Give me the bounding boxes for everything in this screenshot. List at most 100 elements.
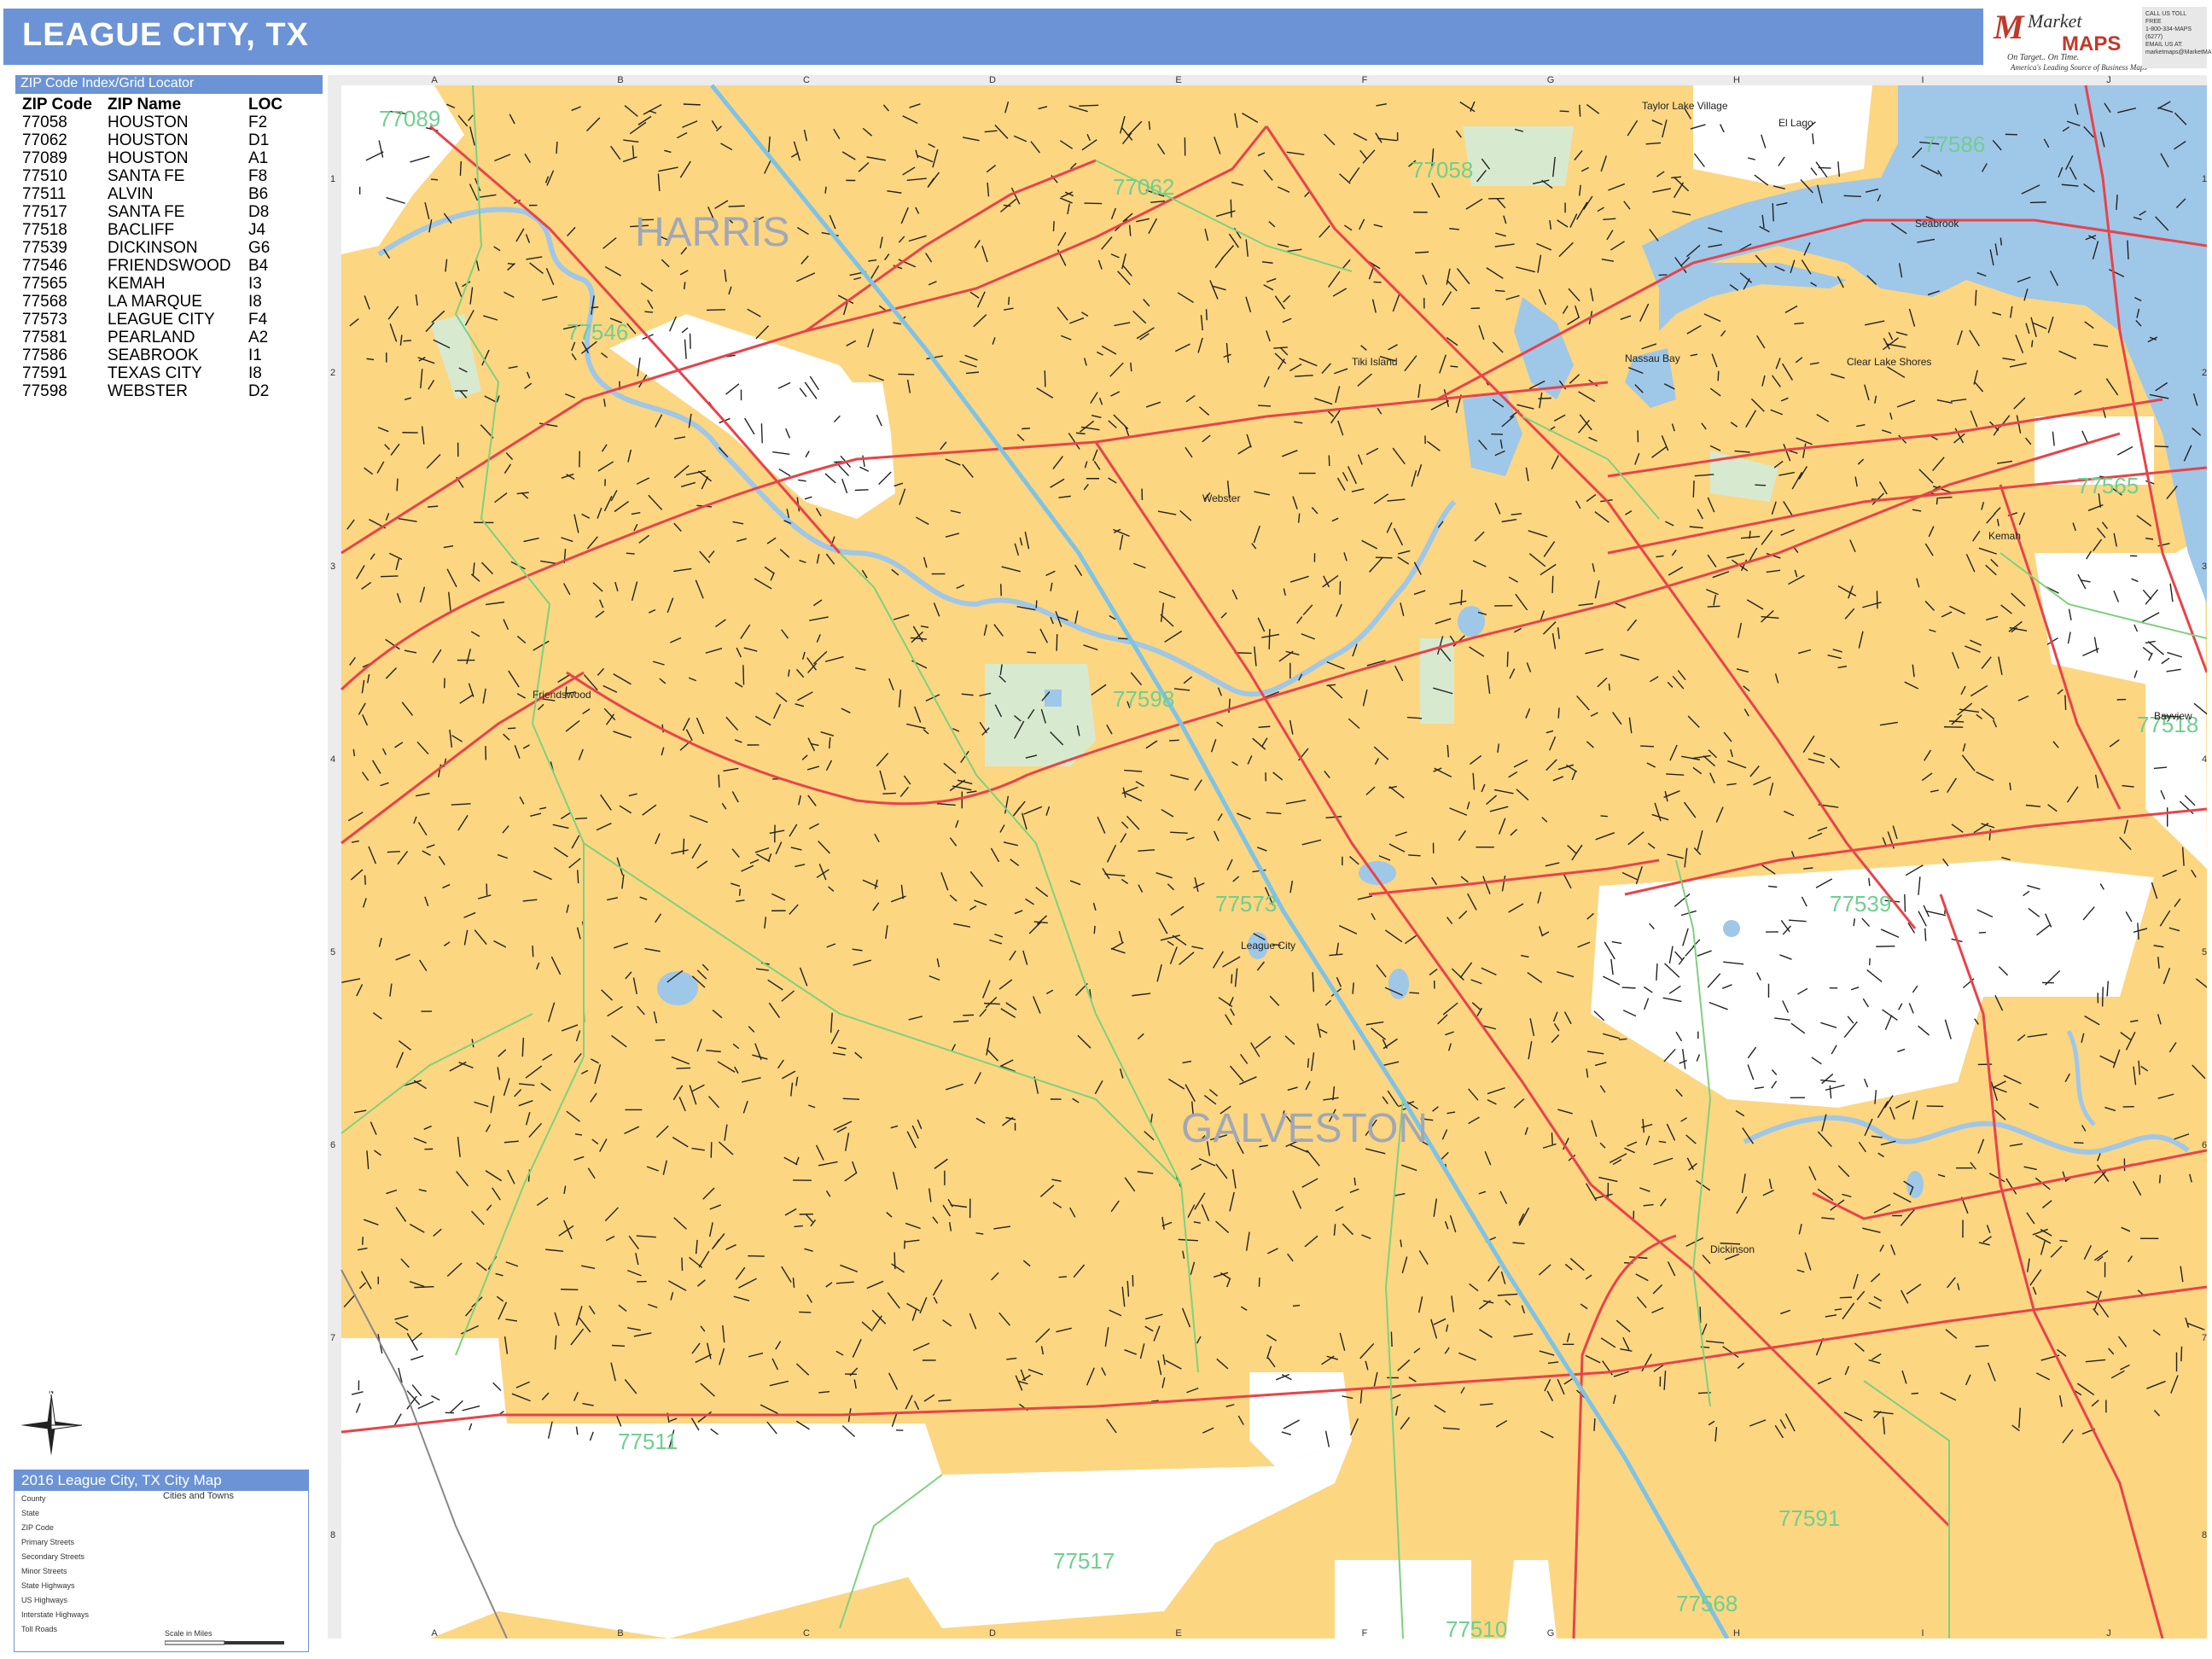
zip-name-cell: DICKINSON <box>108 239 198 257</box>
park <box>1463 126 1574 186</box>
grid-col-label: B <box>617 1628 623 1639</box>
grid-row-label: 8 <box>330 1530 335 1540</box>
grid-row-label: 3 <box>2202 562 2207 572</box>
legend-item: Primary Streets <box>21 1538 75 1546</box>
zip-table-row: 77511 ALVIN B6 <box>15 185 323 203</box>
grid-row-label: 5 <box>330 947 335 958</box>
contact-line: 1-800-334-MAPS (6277) <box>2145 26 2192 40</box>
col-header: LOC <box>248 96 283 114</box>
zip-name-cell: HOUSTON <box>108 114 189 131</box>
grid-col-label: C <box>803 1628 810 1639</box>
zip-label: 77517 <box>1053 1548 1115 1574</box>
grid-row-label: 7 <box>330 1333 335 1343</box>
zip-label: 77539 <box>1830 891 1891 917</box>
grid-row-label: 3 <box>330 562 335 572</box>
zip-name-cell: FRIENDSWOOD <box>108 257 231 275</box>
zip-code-cell: 77511 <box>22 185 67 203</box>
grid-col-label: B <box>617 75 623 85</box>
zip-table-header: ZIP Code ZIP Name LOC <box>15 96 323 114</box>
loc-cell: I8 <box>248 364 262 382</box>
loc-cell: A1 <box>248 149 269 167</box>
legend-item: State <box>21 1509 40 1517</box>
map-title: LEAGUE CITY, TX <box>22 17 309 53</box>
zip-name-cell: HOUSTON <box>108 131 189 149</box>
grid-col-label: J <box>2106 1628 2111 1639</box>
zip-label: 77565 <box>2077 473 2139 498</box>
grid-col-label: D <box>989 75 996 85</box>
legend-item: Interstate Highways <box>21 1610 90 1619</box>
loc-cell: F4 <box>248 311 268 329</box>
zip-label: 77573 <box>1215 891 1277 917</box>
contact-line: EMAIL US AT: <box>2145 42 2183 48</box>
compass-icon: N <box>20 1388 83 1456</box>
zip-label: 77510 <box>1446 1616 1507 1639</box>
legend-item: ZIP Code <box>21 1523 54 1532</box>
zip-table-row: 77568 LA MARQUE I8 <box>15 293 323 311</box>
grid-row-label: 5 <box>2202 947 2207 958</box>
logo-subtitle: America's Leading Source of Business Map… <box>2011 63 2147 72</box>
zip-name-cell: ALVIN <box>108 185 154 203</box>
zip-code-cell: 77565 <box>22 275 67 293</box>
logo-brand-top: Market <box>2028 10 2082 32</box>
place-label: El Lago <box>1778 117 1813 129</box>
grid-col-label: G <box>1547 1628 1555 1639</box>
zip-label: 77089 <box>379 106 440 131</box>
grid-col-label: I <box>1921 1628 1924 1639</box>
grid-col-label: J <box>2106 75 2111 85</box>
zip-name-cell: LA MARQUE <box>108 293 202 311</box>
zip-code-cell: 77573 <box>22 311 67 329</box>
grid-col-label: G <box>1547 75 1555 85</box>
loc-cell: B4 <box>248 257 269 275</box>
zip-table-row: 77518 BACLIFF J4 <box>15 221 323 239</box>
legend-item: Toll Roads <box>21 1625 58 1633</box>
place-label: League City <box>1241 940 1295 952</box>
loc-cell: I3 <box>248 275 262 293</box>
loc-cell: A2 <box>248 329 269 346</box>
zip-table-row: 77565 KEMAH I3 <box>15 275 323 293</box>
map-canvas[interactable]: A A B B C C D D E E F F G G H H I I J J 1 1 2 2 3 3 4 4 5 5 6 6 7 7 8 8 HARR… <box>328 75 2207 1639</box>
zip-name-cell: WEBSTER <box>108 382 188 400</box>
zip-table-row: 77058 HOUSTON F2 <box>15 114 323 131</box>
grid-row-label: 7 <box>2202 1333 2207 1343</box>
park <box>985 664 1096 766</box>
place-label: Nassau Bay <box>1625 352 1680 364</box>
zip-code-cell: 77518 <box>22 221 67 239</box>
zip-name-cell: SEABROOK <box>108 346 199 364</box>
legend-item: US Highways <box>21 1596 68 1604</box>
zip-name-cell: KEMAH <box>108 275 166 293</box>
loc-cell: F8 <box>248 167 268 185</box>
place-label: Friendswood <box>533 689 591 701</box>
park-pond <box>1045 690 1062 707</box>
zip-code-cell: 77510 <box>22 167 67 185</box>
lake <box>1458 606 1485 637</box>
place-label: Tiki Island <box>1352 356 1398 368</box>
legend-item: Minor Streets <box>21 1567 67 1575</box>
lake <box>1388 969 1409 999</box>
zip-name-cell: TEXAS CITY <box>108 364 202 382</box>
grid-row-label: 1 <box>2202 174 2207 184</box>
grid-row-label: 2 <box>330 368 335 378</box>
zip-name-cell: HOUSTON <box>108 149 189 167</box>
zip-code-cell: 77062 <box>22 131 67 149</box>
place-label: Taylor Lake Village <box>1642 100 1728 112</box>
zip-index: ZIP Code Index/Grid Locator ZIP Code ZIP… <box>15 75 323 400</box>
legend-scale-title: Scale in Miles <box>165 1629 212 1638</box>
grid-row-label: 1 <box>330 174 335 184</box>
legend-item: State Highways <box>21 1581 75 1590</box>
zip-code-cell: 77591 <box>22 364 67 382</box>
zip-table-row: 77546 FRIENDSWOOD B4 <box>15 257 323 275</box>
legend-item: County <box>21 1494 46 1503</box>
loc-cell: D1 <box>248 131 270 149</box>
zip-label: 77598 <box>1113 686 1174 712</box>
loc-cell: J4 <box>248 221 266 239</box>
grid-col-label: E <box>1175 1628 1181 1639</box>
col-header: ZIP Code <box>22 96 92 114</box>
grid-row-label: 4 <box>2202 754 2207 765</box>
lake <box>1359 861 1396 885</box>
zip-code-cell: 77058 <box>22 114 67 131</box>
grid-row-label: 6 <box>2202 1140 2207 1150</box>
compass-n: N <box>49 1391 54 1395</box>
non-city-area <box>1505 1560 1557 1639</box>
zip-label: 77586 <box>1924 131 1985 157</box>
map-frame[interactable]: A A B B C C D D E E F F G G H H I I J J 1 1 2 2 3 3 4 4 5 5 6 6 7 7 8 8 HARR… <box>328 75 2207 1639</box>
